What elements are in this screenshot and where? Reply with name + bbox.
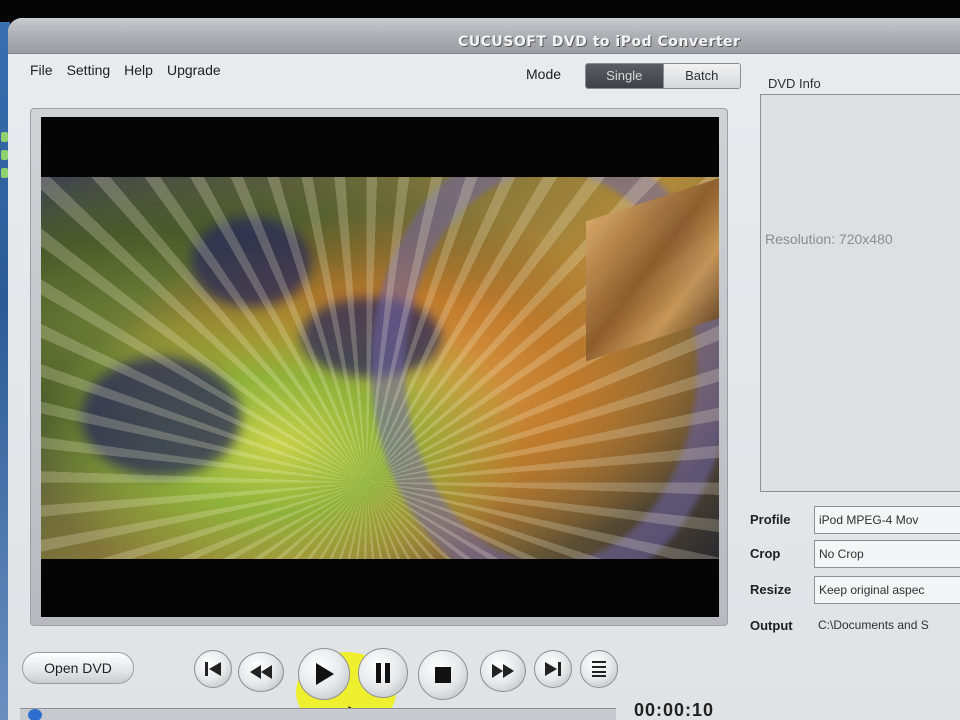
dvd-resolution: Resolution: 720x480 (765, 231, 893, 247)
seek-knob[interactable] (28, 709, 42, 720)
chapter-list-button[interactable] (580, 650, 618, 688)
menu-upgrade[interactable]: Upgrade (167, 62, 221, 84)
resize-row: Resize Keep original aspec (750, 576, 960, 606)
stop-button[interactable] (418, 650, 468, 700)
pause-button[interactable] (358, 648, 408, 698)
menu-help[interactable]: Help (124, 62, 153, 84)
mode-batch-button[interactable]: Batch (662, 64, 740, 88)
fast-forward-button[interactable] (480, 650, 526, 692)
menu-setting[interactable]: Setting (67, 62, 111, 84)
playback-time: 00:00:10 (634, 700, 715, 720)
list-icon (592, 661, 606, 677)
title-bar[interactable]: CUCUSOFT DVD to iPod Converter (8, 18, 960, 54)
video-preview-panel (30, 108, 728, 626)
last-chapter-button[interactable] (534, 650, 572, 688)
crop-row: Crop No Crop (750, 540, 960, 570)
video-frame-image (41, 177, 719, 559)
mode-label: Mode (526, 66, 562, 82)
dvd-info-box: Resolution: 720x480 (760, 94, 960, 492)
resize-select[interactable]: Keep original aspec (814, 576, 960, 604)
window-title: CUCUSOFT DVD to iPod Converter (458, 34, 741, 50)
mode-toggle: Single Batch (585, 63, 741, 89)
open-dvd-button[interactable]: Open DVD (22, 652, 134, 684)
rewind-icon (250, 665, 272, 679)
fast-forward-icon (492, 664, 514, 678)
output-path-field[interactable]: C:\Documents and S (814, 612, 960, 640)
output-label: Output (750, 618, 793, 633)
skip-forward-icon (545, 662, 561, 676)
output-row: Output C:\Documents and S (750, 612, 960, 642)
stop-icon (435, 667, 451, 683)
first-chapter-button[interactable] (194, 650, 232, 688)
skip-back-icon (205, 662, 221, 676)
crop-label: Crop (750, 546, 781, 561)
app-window: CUCUSOFT DVD to iPod Converter File Sett… (8, 18, 960, 720)
taskbar-item[interactable] (1, 132, 8, 142)
crop-select[interactable]: No Crop (814, 540, 960, 568)
play-button[interactable] (298, 648, 350, 700)
dvd-info-label: DVD Info (768, 76, 821, 91)
mode-single-button[interactable]: Single (586, 64, 663, 88)
pause-icon (376, 663, 390, 683)
resize-label: Resize (750, 582, 792, 597)
taskbar-item[interactable] (1, 168, 8, 178)
menu-file[interactable]: File (30, 62, 53, 84)
profile-label: Profile (750, 512, 791, 527)
profile-select[interactable]: iPod MPEG-4 Mov (814, 506, 960, 534)
rewind-button[interactable] (238, 652, 284, 692)
seek-bar[interactable] (20, 708, 616, 720)
taskbar-item[interactable] (1, 150, 8, 160)
play-icon (316, 663, 334, 685)
profile-row: Profile iPod MPEG-4 Mov (750, 506, 960, 536)
menu-bar: File Setting Help Upgrade (30, 62, 221, 84)
video-screen[interactable] (41, 117, 719, 617)
